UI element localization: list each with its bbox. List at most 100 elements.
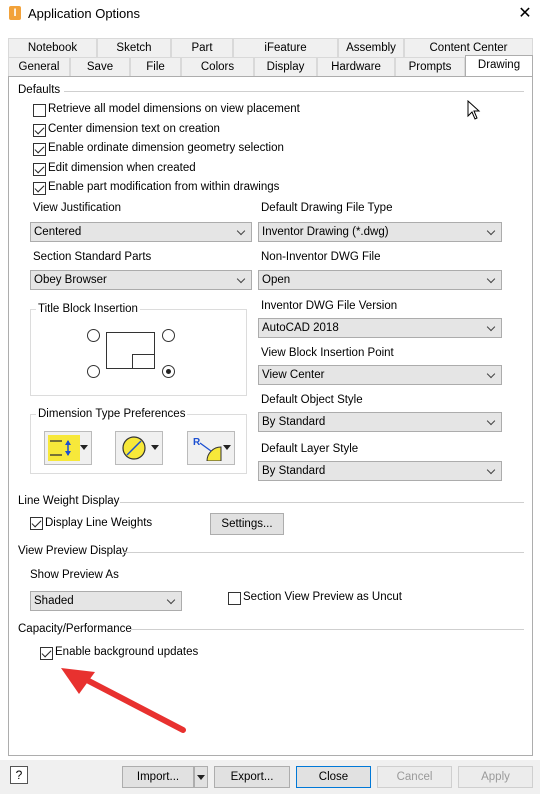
dimension-type-preferences-label: Dimension Type Preferences — [36, 408, 188, 420]
line-weight-settings-button[interactable]: Settings... — [210, 513, 284, 535]
title-block-bottom-right-radio[interactable] — [162, 365, 175, 378]
chevron-down-icon — [80, 445, 88, 450]
default-object-style-select[interactable]: By Standard — [258, 412, 502, 432]
apply-button[interactable]: Apply — [458, 766, 533, 788]
display-line-weights-checkbox[interactable] — [30, 517, 43, 530]
chevron-down-icon — [165, 592, 177, 610]
title-block-top-left-radio[interactable] — [87, 329, 100, 342]
show-preview-as-value: Shaded — [34, 595, 74, 607]
tab-ifeature[interactable]: iFeature — [233, 38, 338, 57]
diameter-dimension-icon — [119, 435, 151, 461]
part-modification-checkbox[interactable] — [33, 182, 46, 195]
radius-dimension-button[interactable]: R — [187, 431, 235, 465]
show-preview-as-select[interactable]: Shaded — [30, 591, 182, 611]
defaults-group-label: Defaults — [18, 84, 61, 96]
chevron-down-icon — [485, 413, 497, 431]
tab-display[interactable]: Display — [254, 57, 317, 76]
section-standard-parts-label: Section Standard Parts — [33, 251, 152, 263]
dwg-version-value: AutoCAD 2018 — [262, 322, 339, 334]
display-line-weights-label: Display Line Weights — [45, 517, 153, 529]
chevron-down-icon — [485, 319, 497, 337]
default-drawing-file-type-label: Default Drawing File Type — [261, 202, 393, 214]
view-preview-group-label: View Preview Display — [18, 545, 128, 557]
annotation-arrow — [61, 668, 186, 733]
retrieve-dimensions-checkbox[interactable] — [33, 104, 46, 117]
tab-hardware[interactable]: Hardware — [317, 57, 395, 76]
view-block-insertion-label: View Block Insertion Point — [261, 347, 394, 359]
view-justification-value: Centered — [34, 226, 82, 238]
non-inventor-dwg-value: Open — [262, 274, 291, 286]
window-title: Application Options — [28, 6, 141, 21]
default-drawing-file-type-select[interactable]: Inventor Drawing (*.dwg) — [258, 222, 502, 242]
default-layer-style-label: Default Layer Style — [261, 443, 359, 455]
section-view-uncut-label: Section View Preview as Uncut — [243, 591, 402, 603]
default-layer-style-value: By Standard — [262, 465, 326, 477]
chevron-down-icon — [235, 271, 247, 289]
title-block-bottom-left-radio[interactable] — [87, 365, 100, 378]
import-button[interactable]: Import... — [122, 766, 194, 788]
help-icon[interactable]: ? — [10, 766, 28, 784]
tab-notebook[interactable]: Notebook — [8, 38, 97, 57]
tab-general[interactable]: General — [8, 57, 70, 76]
tab-assembly[interactable]: Assembly — [338, 38, 404, 57]
view-block-insertion-value: View Center — [262, 369, 325, 381]
non-inventor-dwg-select[interactable]: Open — [258, 270, 502, 290]
diameter-dimension-button[interactable] — [115, 431, 163, 465]
view-justification-select[interactable]: Centered — [30, 222, 252, 242]
retrieve-dimensions-label: Retrieve all model dimensions on view pl… — [48, 103, 300, 115]
background-updates-checkbox[interactable] — [40, 647, 53, 660]
show-preview-as-label: Show Preview As — [30, 569, 119, 581]
close-icon[interactable]: ✕ — [515, 3, 535, 23]
edit-dimension-label: Edit dimension when created — [48, 162, 196, 174]
view-justification-label: View Justification — [33, 202, 121, 214]
tab-sketch[interactable]: Sketch — [97, 38, 171, 57]
tab-file[interactable]: File — [130, 57, 181, 76]
title-block-top-right-radio[interactable] — [162, 329, 175, 342]
default-layer-style-select[interactable]: By Standard — [258, 461, 502, 481]
capacity-divider — [131, 629, 524, 630]
center-dimension-text-checkbox[interactable] — [33, 124, 46, 137]
view-block-insertion-select[interactable]: View Center — [258, 365, 502, 385]
part-modification-label: Enable part modification from within dra… — [48, 181, 280, 193]
capacity-group-label: Capacity/Performance — [18, 623, 132, 635]
non-inventor-dwg-label: Non-Inventor DWG File — [261, 251, 381, 263]
tab-colors[interactable]: Colors — [181, 57, 254, 76]
line-weight-divider — [120, 502, 524, 503]
tab-prompts[interactable]: Prompts — [395, 57, 465, 76]
tab-save[interactable]: Save — [70, 57, 130, 76]
close-button[interactable]: Close — [296, 766, 371, 788]
default-object-style-value: By Standard — [262, 416, 326, 428]
chevron-down-icon — [485, 223, 497, 241]
defaults-divider — [64, 91, 524, 92]
inventor-app-icon: I — [9, 6, 21, 20]
ordinate-dimension-checkbox[interactable] — [33, 143, 46, 156]
dwg-version-select[interactable]: AutoCAD 2018 — [258, 318, 502, 338]
default-object-style-label: Default Object Style — [261, 394, 363, 406]
chevron-down-icon — [151, 445, 159, 450]
svg-text:R: R — [193, 437, 201, 448]
chevron-down-icon — [485, 462, 497, 480]
chevron-down-icon — [485, 366, 497, 384]
chevron-down-icon — [485, 271, 497, 289]
section-view-uncut-checkbox[interactable] — [228, 592, 241, 605]
import-dropdown-button[interactable] — [194, 766, 208, 788]
linear-dimension-icon — [48, 435, 80, 461]
line-weight-group-label: Line Weight Display — [18, 495, 120, 507]
background-updates-label: Enable background updates — [55, 646, 199, 658]
dwg-version-label: Inventor DWG File Version — [261, 300, 398, 312]
section-standard-parts-value: Obey Browser — [34, 274, 107, 286]
mouse-cursor-icon — [467, 100, 481, 120]
tab-part[interactable]: Part — [171, 38, 233, 57]
export-button[interactable]: Export... — [214, 766, 290, 788]
cancel-button[interactable]: Cancel — [377, 766, 452, 788]
center-dimension-text-label: Center dimension text on creation — [48, 123, 220, 135]
linear-dimension-button[interactable] — [44, 431, 92, 465]
title-block-preview-icon — [106, 332, 155, 369]
chevron-down-icon — [223, 445, 231, 450]
section-standard-parts-select[interactable]: Obey Browser — [30, 270, 252, 290]
radius-dimension-icon: R — [191, 435, 223, 461]
ordinate-dimension-label: Enable ordinate dimension geometry selec… — [48, 142, 284, 154]
tab-drawing[interactable]: Drawing — [465, 55, 533, 76]
edit-dimension-checkbox[interactable] — [33, 163, 46, 176]
title-bar: I Application Options ✕ — [0, 0, 540, 30]
